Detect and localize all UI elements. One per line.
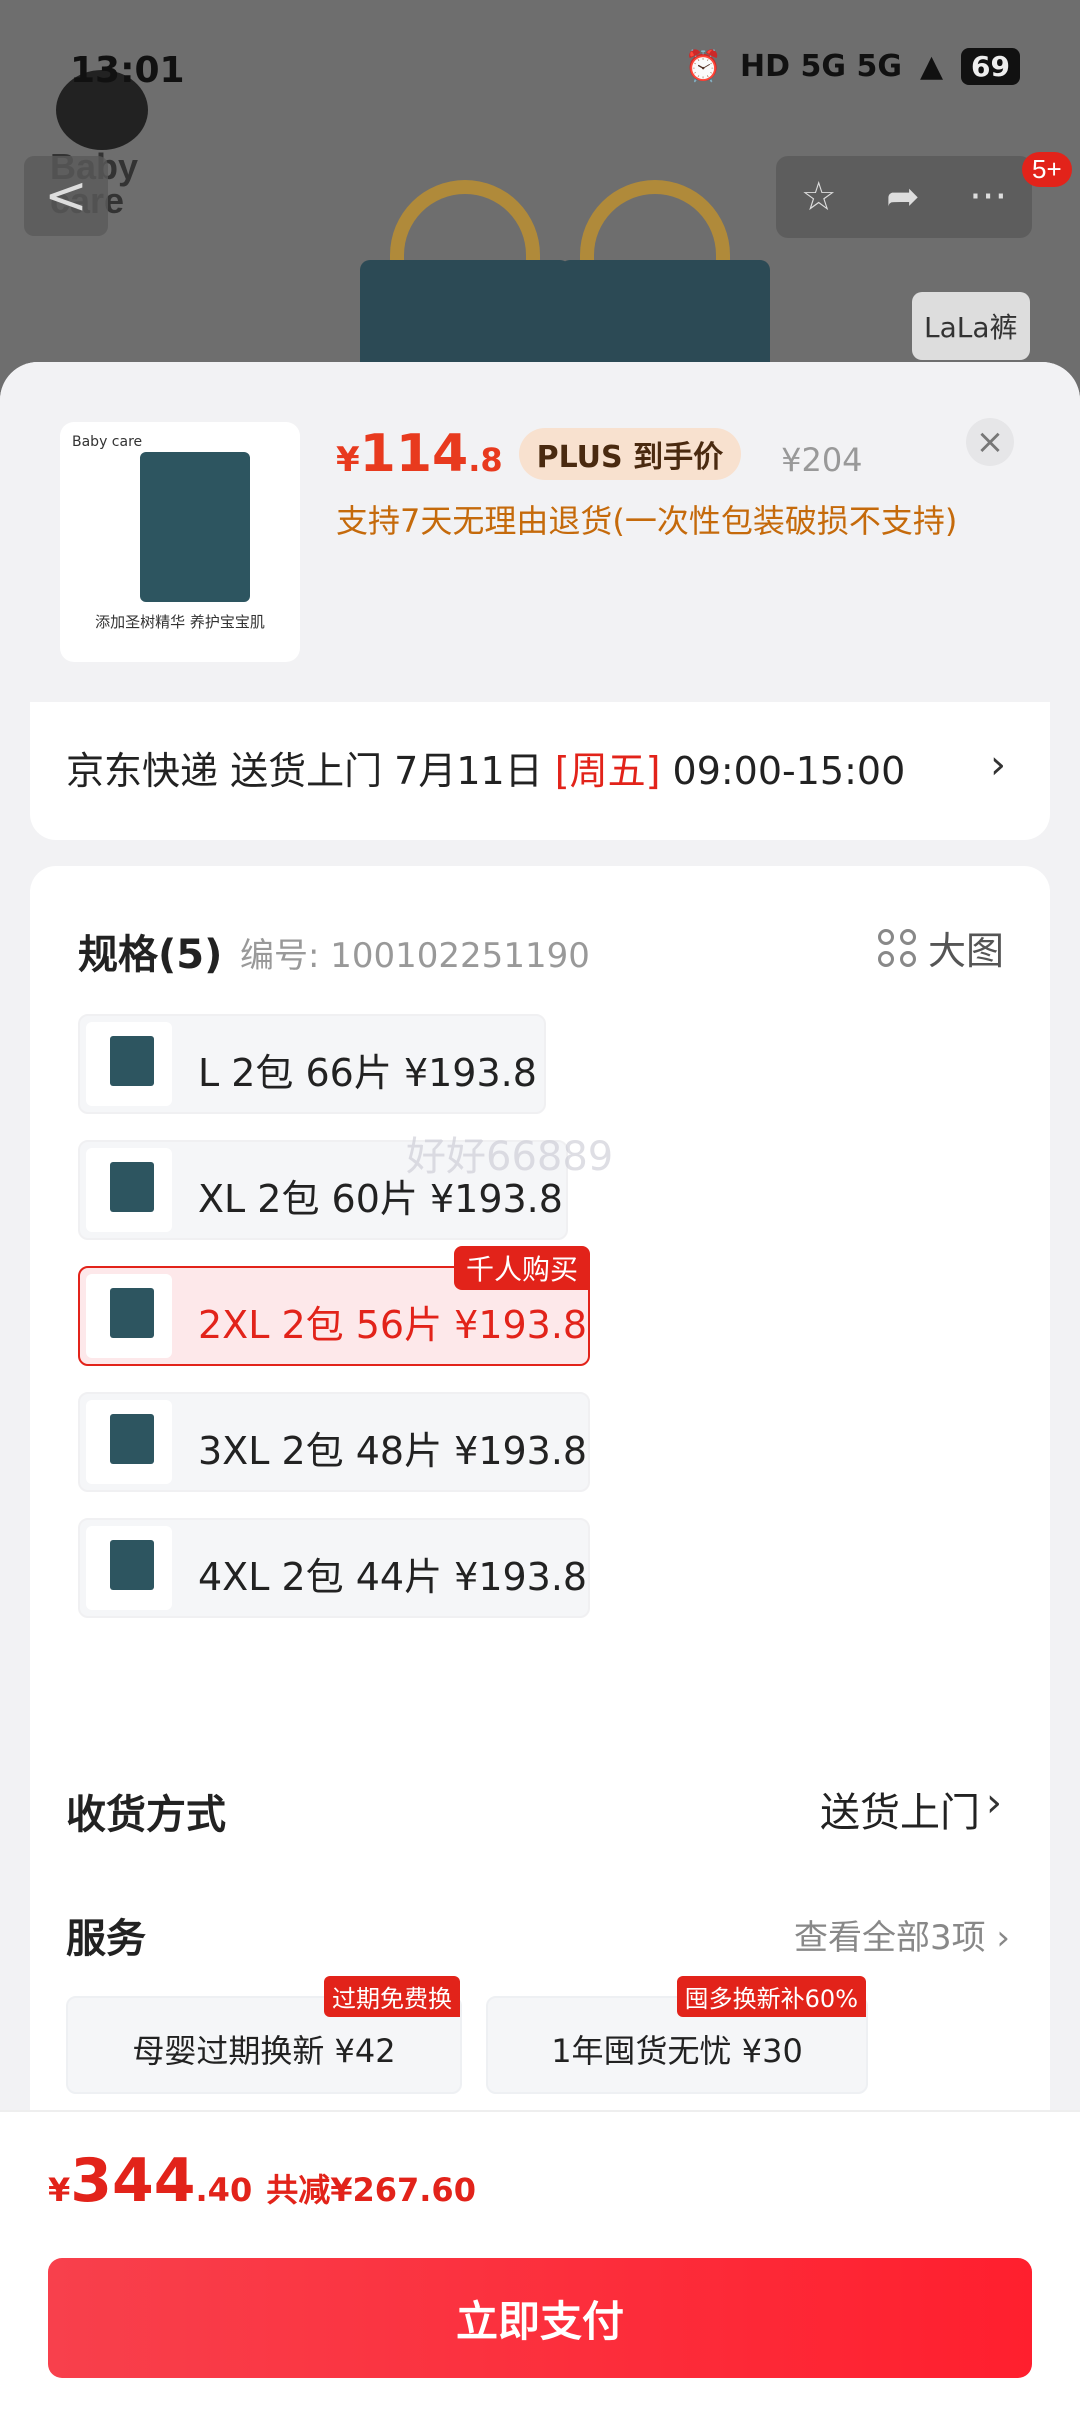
chevron-right-icon: ›: [990, 742, 1006, 788]
options-card: 规格(5) 编号: 100102251190 大图 L 2包 66片 ¥193.…: [30, 866, 1050, 2166]
alarm-icon: ⏰: [684, 49, 723, 84]
plus-price-tag: PLUS 到手价: [518, 428, 742, 480]
receive-label: 收货方式: [66, 1792, 226, 1838]
star-icon[interactable]: ☆: [801, 174, 837, 220]
total-saving: 共减¥267.60: [266, 2171, 476, 2209]
watermark: 好好66889: [406, 1134, 614, 1180]
delivery-card[interactable]: 京东快递 送货上门 7月11日 [周五] 09:00-15:00 ›: [30, 702, 1050, 840]
product-code: 编号: 100102251190: [240, 936, 590, 976]
receive-value: 送货上门: [820, 1790, 980, 1836]
service-view-all[interactable]: 查看全部3项 ›: [794, 1910, 1010, 1959]
message-badge: 5+: [1022, 152, 1072, 187]
sku-option[interactable]: L 2包 66片 ¥193.8: [78, 1014, 546, 1114]
battery-icon: 69: [961, 48, 1020, 85]
status-icons: ⏰ HD 5G 5G ▲ 69: [685, 48, 1020, 85]
thumb-product-box: [140, 452, 250, 602]
price-decimal: .8: [468, 441, 503, 479]
sku-bottom-sheet: Baby care 添加圣树精华 养护宝宝肌 ¥ 114 .8 PLUS 到手价…: [0, 362, 1080, 2412]
service-label: 服务: [66, 1916, 146, 1962]
status-bar: 13:01 ⏰ HD 5G 5G ▲ 69: [0, 40, 1080, 110]
chevron-right-icon: ›: [986, 1780, 1002, 1826]
service-tag: 囤多换新补60%: [676, 1976, 866, 2017]
total-currency: ¥: [48, 2171, 71, 2209]
service-option[interactable]: 1年囤货无忧 ¥30 囤多换新补60%: [486, 1976, 868, 2094]
sku-label: L 2包 66片 ¥193.8: [198, 1051, 537, 1095]
thumb-caption: 添加圣树精华 养护宝宝肌: [95, 613, 265, 631]
return-policy-note: 支持7天无理由退货(一次性包装破损不支持): [336, 502, 958, 540]
sku-thumbnail: [86, 1022, 172, 1106]
checkout-footer: ¥ 344 .40 共减¥267.60 立即支付: [0, 2110, 1080, 2412]
price-currency: ¥: [336, 440, 360, 480]
thumb-brand: Baby care: [72, 434, 143, 450]
close-icon: ×: [975, 422, 1005, 462]
options-lower: 数量 − + 服务 查看全部3项 › 母婴过期换新 ¥42 过期免费换 1年囤货…: [30, 1166, 1050, 2166]
total-price: ¥ 344 .40 共减¥267.60: [48, 2146, 476, 2216]
price-integer: 114: [359, 424, 469, 484]
service-text: 母婴过期换新 ¥42: [132, 2032, 396, 2070]
close-button[interactable]: ×: [966, 418, 1014, 466]
big-image-label: 大图: [927, 929, 1004, 973]
back-button[interactable]: <: [24, 156, 108, 236]
top-action-bar: ☆ ➦ ···: [776, 156, 1032, 238]
total-integer: 344: [70, 2146, 196, 2216]
service-text: 1年囤货无忧 ¥30: [551, 2032, 803, 2070]
pay-now-button[interactable]: 立即支付: [48, 2258, 1032, 2378]
more-icon[interactable]: ···: [969, 174, 1007, 220]
product-thumbnail[interactable]: Baby care 添加圣树精华 养护宝宝肌: [60, 422, 300, 662]
share-icon[interactable]: ➦: [886, 174, 920, 220]
status-time: 13:01: [70, 50, 185, 91]
receive-row[interactable]: 收货方式 送货上门 ›: [30, 1752, 1050, 1872]
price-row: ¥ 114 .8 PLUS 到手价 ¥204: [336, 424, 863, 484]
big-image-toggle[interactable]: 大图: [877, 920, 1004, 975]
spec-title: 规格(5): [78, 932, 223, 978]
side-tag[interactable]: LaLa裤: [912, 292, 1030, 360]
delivery-time: 09:00-15:00: [660, 749, 906, 793]
wifi-icon: ▲: [919, 49, 944, 84]
delivery-info: 京东快递 送货上门 7月11日 [周五] 09:00-15:00: [66, 740, 905, 795]
network-icons: HD 5G 5G: [740, 49, 902, 84]
total-decimal: .40: [195, 2171, 253, 2209]
sheet-header: Baby care 添加圣树精华 养护宝宝肌 ¥ 114 .8 PLUS 到手价…: [0, 362, 1080, 702]
original-price: ¥204: [781, 441, 863, 479]
service-tag: 过期免费换: [324, 1976, 460, 2017]
grid-icon: [877, 928, 916, 967]
delivery-prefix: 京东快递 送货上门 7月11日: [66, 749, 555, 793]
back-arrow-icon: <: [44, 166, 88, 226]
service-option[interactable]: 母婴过期换新 ¥42 过期免费换: [66, 1976, 462, 2094]
delivery-weekday: [周五]: [554, 749, 661, 793]
